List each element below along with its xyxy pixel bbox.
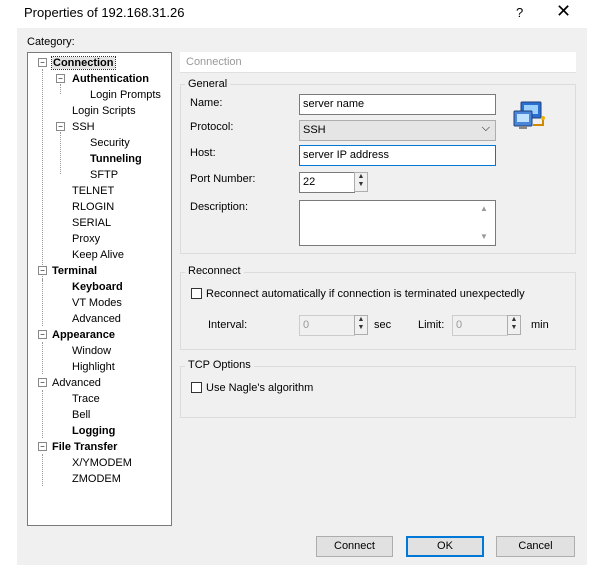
tree-connector — [42, 390, 43, 438]
tree-item-advanced-root[interactable]: Advanced — [52, 376, 101, 390]
interval-spinner[interactable]: ▲ ▼ — [354, 315, 368, 335]
protocol-value: SSH — [303, 124, 326, 136]
spin-up-icon[interactable]: ▲ — [355, 316, 367, 324]
reconnect-checkbox[interactable] — [191, 288, 202, 299]
name-label: Name: — [190, 97, 223, 109]
tcp-options-legend: TCP Options — [185, 359, 254, 371]
limit-unit: min — [531, 319, 549, 331]
tree-item-login-prompts[interactable]: Login Prompts — [90, 88, 161, 102]
tree-item-proxy[interactable]: Proxy — [72, 232, 100, 246]
reconnect-legend: Reconnect — [185, 265, 244, 277]
collapse-icon[interactable]: − — [38, 442, 47, 451]
tree-item-keyboard[interactable]: Keyboard — [72, 280, 123, 294]
spin-down-icon[interactable]: ▼ — [508, 324, 520, 332]
description-field[interactable] — [299, 200, 496, 246]
general-legend: General — [185, 78, 231, 90]
interval-field[interactable]: 0 — [299, 315, 355, 336]
tree-item-login-scripts[interactable]: Login Scripts — [72, 104, 136, 118]
protocol-select[interactable]: SSH ⌵ — [299, 120, 496, 141]
tree-item-trace[interactable]: Trace — [72, 392, 100, 406]
tree-item-serial[interactable]: SERIAL — [72, 216, 111, 230]
spin-down-icon[interactable]: ▼ — [355, 181, 367, 189]
tree-connector — [42, 454, 43, 486]
scroll-down-icon[interactable]: ▼ — [480, 232, 488, 241]
category-tree[interactable]: − Connection − Authentication Login Prom… — [27, 52, 172, 526]
tree-item-zmodem[interactable]: ZMODEM — [72, 472, 121, 486]
nagle-checkbox-label[interactable]: Use Nagle's algorithm — [206, 382, 313, 394]
tree-connector — [42, 278, 43, 326]
tree-item-sftp[interactable]: SFTP — [90, 168, 118, 182]
reconnect-checkbox-label[interactable]: Reconnect automatically if connection is… — [206, 288, 525, 300]
cancel-button[interactable]: Cancel — [496, 536, 575, 557]
tree-item-ssh[interactable]: SSH — [72, 120, 95, 134]
close-button[interactable]: ✕ — [556, 1, 571, 22]
collapse-icon[interactable]: − — [56, 122, 65, 131]
tree-item-keep-alive[interactable]: Keep Alive — [72, 248, 124, 262]
description-label: Description: — [190, 201, 249, 213]
section-title: Connection — [186, 56, 242, 68]
tree-item-terminal[interactable]: Terminal — [52, 264, 97, 278]
tree-item-window[interactable]: Window — [72, 344, 111, 358]
network-computers-icon — [513, 101, 545, 129]
scroll-up-icon[interactable]: ▲ — [480, 204, 488, 213]
limit-label: Limit: — [418, 319, 445, 331]
window-title: Properties of 192.168.31.26 — [24, 5, 185, 20]
tree-connector — [42, 342, 43, 374]
port-label: Port Number: — [190, 173, 256, 185]
collapse-icon[interactable]: − — [38, 58, 47, 67]
tree-item-appearance[interactable]: Appearance — [52, 328, 115, 342]
tree-item-rlogin[interactable]: RLOGIN — [72, 200, 114, 214]
ok-button[interactable]: OK — [406, 536, 484, 557]
collapse-icon[interactable]: − — [38, 378, 47, 387]
tree-item-security[interactable]: Security — [90, 136, 130, 150]
collapse-icon[interactable]: − — [56, 74, 65, 83]
tree-item-file-transfer[interactable]: File Transfer — [52, 440, 117, 454]
protocol-label: Protocol: — [190, 121, 234, 133]
port-field[interactable]: 22 — [299, 172, 355, 193]
category-label: Category: — [27, 36, 75, 48]
tree-connector — [60, 84, 61, 94]
tree-item-authentication[interactable]: Authentication — [72, 72, 149, 86]
spin-up-icon[interactable]: ▲ — [508, 316, 520, 324]
reconnect-group — [180, 272, 576, 350]
tree-item-telnet[interactable]: TELNET — [72, 184, 114, 198]
tree-item-tunneling[interactable]: Tunneling — [90, 152, 142, 166]
connect-button[interactable]: Connect — [316, 536, 393, 557]
collapse-icon[interactable]: − — [38, 266, 47, 275]
tree-item-bell[interactable]: Bell — [72, 408, 90, 422]
port-spinner[interactable]: ▲ ▼ — [354, 172, 368, 192]
tree-item-connection[interactable]: Connection — [51, 56, 116, 70]
interval-unit: sec — [374, 319, 392, 331]
help-button[interactable]: ? — [516, 5, 523, 20]
tree-item-advanced[interactable]: Advanced — [72, 312, 121, 326]
tree-item-xymodem[interactable]: X/YMODEM — [72, 456, 132, 470]
tree-connector — [42, 69, 43, 281]
tree-item-highlight[interactable]: Highlight — [72, 360, 115, 374]
tree-item-logging[interactable]: Logging — [72, 424, 115, 438]
spin-down-icon[interactable]: ▼ — [355, 324, 367, 332]
nagle-checkbox[interactable] — [191, 382, 202, 393]
limit-spinner[interactable]: ▲ ▼ — [507, 315, 521, 335]
limit-field[interactable]: 0 — [452, 315, 508, 336]
tree-item-vt-modes[interactable]: VT Modes — [72, 296, 122, 310]
host-field[interactable]: server IP address — [299, 145, 496, 166]
host-label: Host: — [190, 147, 216, 159]
collapse-icon[interactable]: − — [38, 330, 47, 339]
chevron-down-icon: ⌵ — [481, 122, 490, 134]
name-field[interactable]: server name — [299, 94, 496, 115]
spin-up-icon[interactable]: ▲ — [355, 173, 367, 181]
tree-connector — [60, 132, 61, 174]
interval-label: Interval: — [208, 319, 248, 331]
